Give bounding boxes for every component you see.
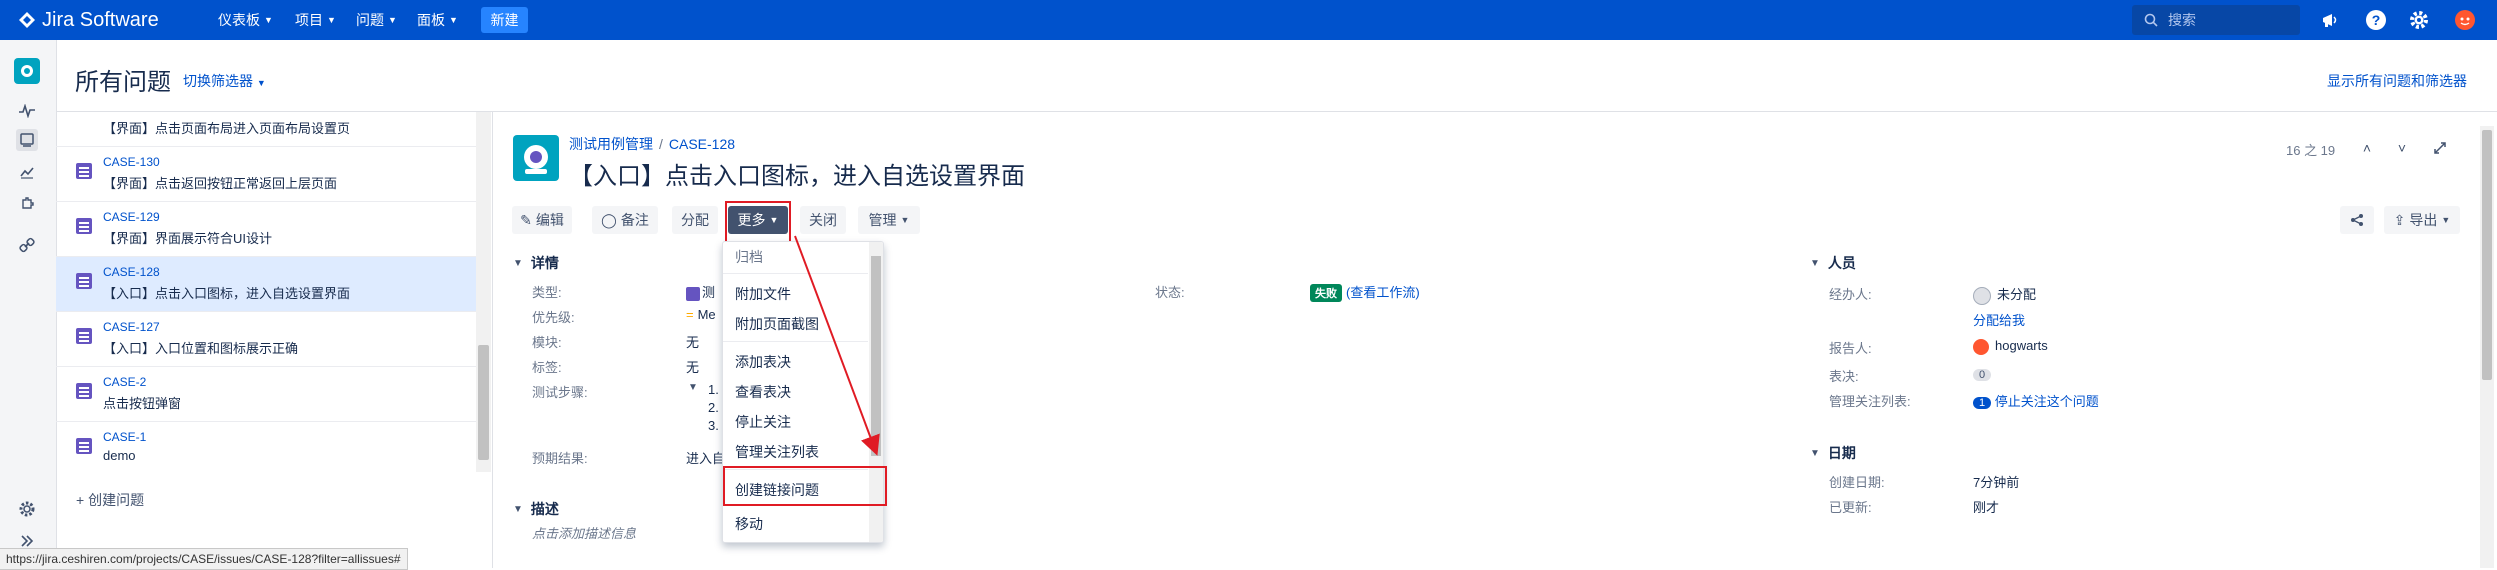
annotation-arrow — [794, 235, 880, 456]
